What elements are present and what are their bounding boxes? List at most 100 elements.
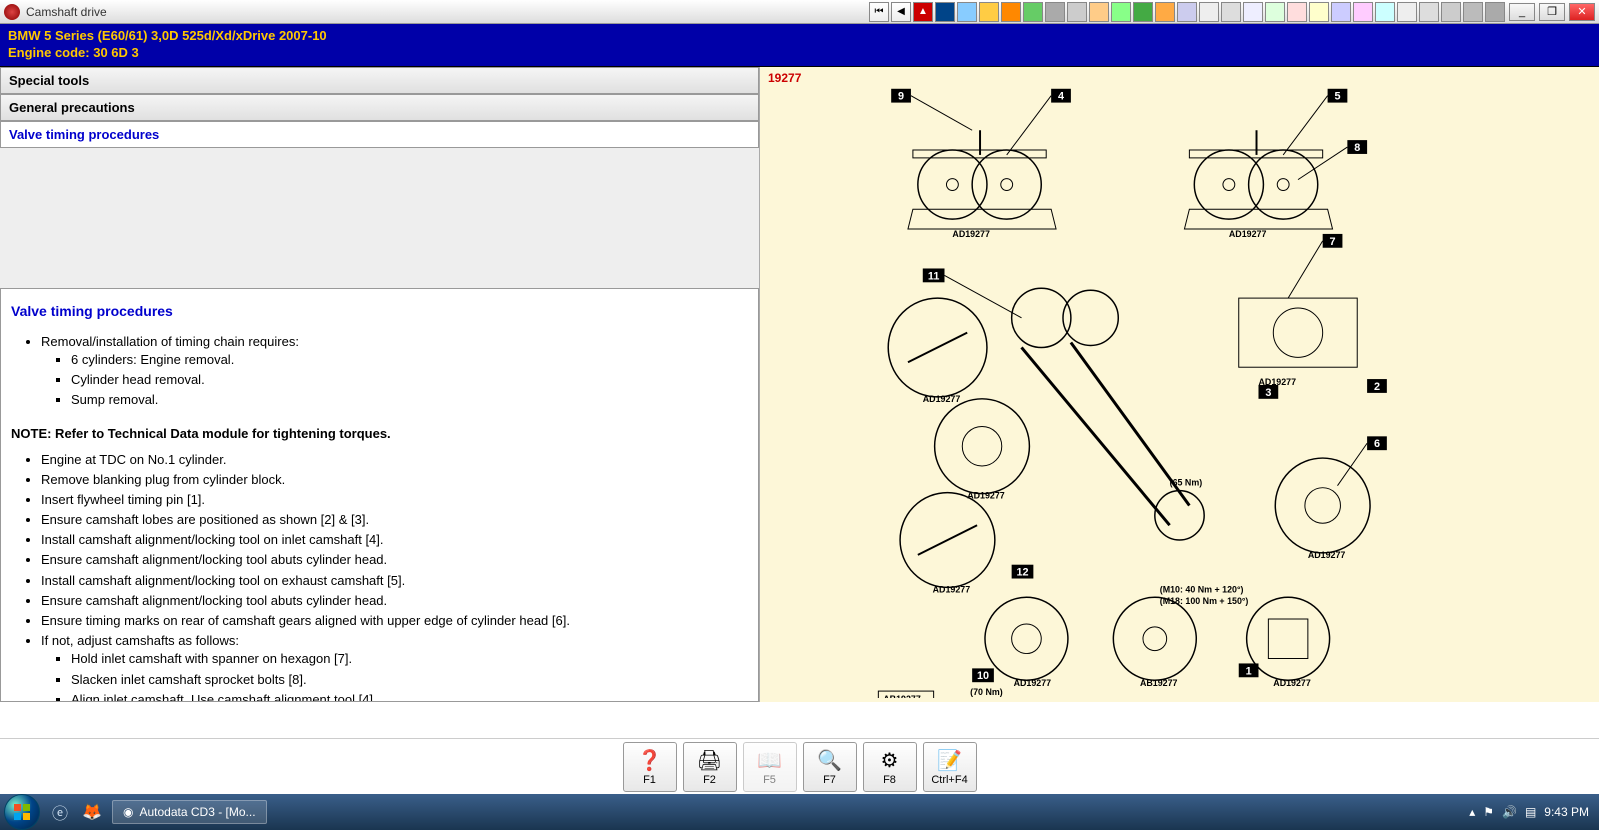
svg-text:AD19277: AD19277	[1014, 678, 1052, 688]
tool-module-2-icon[interactable]	[957, 2, 977, 22]
svg-text:3: 3	[1265, 387, 1271, 399]
tool-module-21-icon[interactable]	[1375, 2, 1395, 22]
procedure-content[interactable]: Valve timing procedures Removal/installa…	[0, 288, 759, 702]
maximize-button[interactable]: ❐	[1539, 3, 1565, 21]
tool-module-5-icon[interactable]	[1023, 2, 1043, 22]
svg-text:7: 7	[1330, 236, 1336, 248]
tool-module-11-icon[interactable]	[1155, 2, 1175, 22]
titlebar: Camshaft drive ⏮ ◀ ▲ _ ❐ ✕	[0, 0, 1599, 24]
step-7: Ensure camshaft alignment/locking tool a…	[41, 592, 748, 610]
technical-diagram: AD19277 9 4 AD19277 5 8	[764, 71, 1595, 698]
svg-text:9: 9	[898, 90, 904, 102]
tool-module-9-icon[interactable]	[1111, 2, 1131, 22]
vehicle-info-bar: BMW 5 Series (E60/61) 3,0D 525d/Xd/xDriv…	[0, 24, 1599, 67]
firefox-icon[interactable]: 🦊	[80, 800, 104, 824]
svg-text:AD19277: AD19277	[967, 490, 1005, 500]
accordion-spacer	[0, 148, 759, 288]
tool-warning-icon[interactable]: ▲	[913, 2, 933, 22]
tool-module-25-icon[interactable]	[1463, 2, 1483, 22]
tool-module-26-icon[interactable]	[1485, 2, 1505, 22]
step-9: If not, adjust camshafts as follows: Hol…	[41, 632, 748, 702]
step-8: Ensure timing marks on rear of camshaft …	[41, 612, 748, 630]
tool-module-24-icon[interactable]	[1441, 2, 1461, 22]
tool-module-18-icon[interactable]	[1309, 2, 1329, 22]
start-button[interactable]	[4, 794, 40, 830]
tray-network-icon[interactable]: ▤	[1525, 805, 1536, 819]
tool-prev-icon[interactable]: ◀	[891, 2, 911, 22]
tool-module-15-icon[interactable]	[1243, 2, 1263, 22]
print-button[interactable]: 🖨F2	[683, 742, 737, 792]
book-button[interactable]: 📖F5	[743, 742, 797, 792]
window-title: Camshaft drive	[26, 5, 107, 19]
svg-text:2: 2	[1374, 381, 1380, 393]
bottom-toolbar: ❓F1 🖨F2 📖F5 🔍F7 ⚙F8 📝Ctrl+F4	[0, 738, 1599, 794]
notes-icon: 📝	[937, 748, 962, 774]
tool-module-1-icon[interactable]	[935, 2, 955, 22]
svg-text:AD19277: AD19277	[1273, 678, 1311, 688]
step-3: Ensure camshaft lobes are positioned as …	[41, 511, 748, 529]
step-0: Engine at TDC on No.1 cylinder.	[41, 451, 748, 469]
tool-module-6-icon[interactable]	[1045, 2, 1065, 22]
accordion-special-tools[interactable]: Special tools	[0, 67, 759, 94]
tray-flag-icon[interactable]: ⚑	[1483, 805, 1494, 819]
belt-icon: ⚙	[881, 748, 899, 774]
tool-module-8-icon[interactable]	[1089, 2, 1109, 22]
tool-first-icon[interactable]: ⏮	[869, 2, 889, 22]
svg-text:8: 8	[1354, 142, 1360, 154]
accordion-general-precautions[interactable]: General precautions	[0, 94, 759, 121]
tool-module-16-icon[interactable]	[1265, 2, 1285, 22]
step-5: Ensure camshaft alignment/locking tool a…	[41, 551, 748, 569]
notes-button[interactable]: 📝Ctrl+F4	[923, 742, 977, 792]
diagram-pane[interactable]: 19277 AD19277 9 4	[760, 67, 1599, 702]
vehicle-line-2: Engine code: 30 6D 3	[8, 45, 1591, 62]
tray-up-icon[interactable]: ▴	[1469, 805, 1475, 819]
ie-icon[interactable]: ⓔ	[48, 800, 72, 824]
task-autodata[interactable]: ◉ Autodata CD3 - [Mo...	[112, 800, 267, 824]
magnifier-icon: 🔍	[817, 748, 842, 774]
tool-module-17-icon[interactable]	[1287, 2, 1307, 22]
note-text: NOTE: Refer to Technical Data module for…	[11, 426, 748, 441]
zoom-button[interactable]: 🔍F7	[803, 742, 857, 792]
svg-text:AB19277: AB19277	[883, 694, 921, 698]
substep-1: Slacken inlet camshaft sprocket bolts [8…	[71, 671, 748, 689]
step-1: Remove blanking plug from cylinder block…	[41, 471, 748, 489]
svg-text:AB19277: AB19277	[1140, 678, 1178, 688]
svg-text:AD19277: AD19277	[952, 229, 990, 239]
tool-module-19-icon[interactable]	[1331, 2, 1351, 22]
close-button[interactable]: ✕	[1569, 3, 1595, 21]
clock[interactable]: 9:43 PM	[1544, 805, 1589, 819]
app-icon	[4, 4, 20, 20]
svg-text:10: 10	[977, 670, 989, 682]
tool-module-7-icon[interactable]	[1067, 2, 1087, 22]
minimize-button[interactable]: _	[1509, 3, 1535, 21]
section-heading: Valve timing procedures	[11, 303, 748, 319]
book-icon: 📖	[757, 748, 782, 774]
tool-module-13-icon[interactable]	[1199, 2, 1219, 22]
step-4: Install camshaft alignment/locking tool …	[41, 531, 748, 549]
tool-module-22-icon[interactable]	[1397, 2, 1417, 22]
tool-module-3-icon[interactable]	[979, 2, 999, 22]
vehicle-line-1: BMW 5 Series (E60/61) 3,0D 525d/Xd/xDriv…	[8, 28, 1591, 45]
task-app-label: Autodata CD3 - [Mo...	[139, 805, 255, 819]
svg-text:12: 12	[1016, 566, 1028, 578]
svg-text:AD19277: AD19277	[1229, 229, 1267, 239]
svg-text:AD19277: AD19277	[933, 584, 971, 594]
svg-text:4: 4	[1058, 90, 1064, 102]
svg-text:(M10: 40 Nm + 120°): (M10: 40 Nm + 120°)	[1160, 584, 1244, 594]
svg-text:1: 1	[1246, 665, 1252, 677]
accordion-valve-timing[interactable]: Valve timing procedures	[0, 121, 759, 148]
tool-module-12-icon[interactable]	[1177, 2, 1197, 22]
intro-sub-0: 6 cylinders: Engine removal.	[71, 351, 748, 369]
tool-module-14-icon[interactable]	[1221, 2, 1241, 22]
step-6: Install camshaft alignment/locking tool …	[41, 572, 748, 590]
help-button[interactable]: ❓F1	[623, 742, 677, 792]
substep-0: Hold inlet camshaft with spanner on hexa…	[71, 650, 748, 668]
svg-text:AD19277: AD19277	[1308, 550, 1346, 560]
taskbar: ⓔ 🦊 ◉ Autodata CD3 - [Mo... ▴ ⚑ 🔊 ▤ 9:43…	[0, 794, 1599, 830]
tool-module-20-icon[interactable]	[1353, 2, 1373, 22]
belt-button[interactable]: ⚙F8	[863, 742, 917, 792]
tool-module-10-icon[interactable]	[1133, 2, 1153, 22]
tool-module-23-icon[interactable]	[1419, 2, 1439, 22]
tray-volume-icon[interactable]: 🔊	[1502, 805, 1517, 819]
tool-module-4-icon[interactable]	[1001, 2, 1021, 22]
